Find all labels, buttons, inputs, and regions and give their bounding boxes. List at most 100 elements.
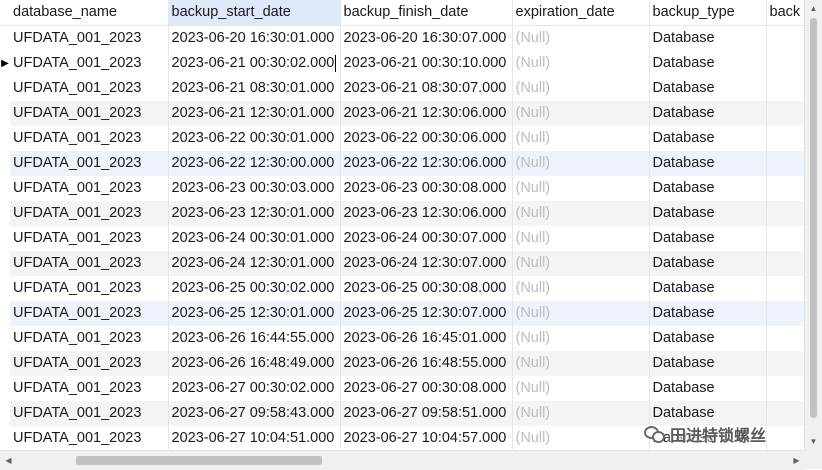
cell-backup-type[interactable]: Database: [649, 101, 767, 126]
cell-expiration-date[interactable]: (Null): [512, 376, 650, 401]
table-row[interactable]: UFDATA_001_2023 2023-06-26 16:48:49.000 20…: [0, 351, 822, 376]
row-indicator[interactable]: [0, 151, 10, 176]
cell-backup-finish-date[interactable]: 2023-06-21 00:30:10.000: [340, 51, 513, 76]
cell-database-name[interactable]: UFDATA_001_2023: [10, 376, 169, 401]
cell-expiration-date[interactable]: (Null): [512, 51, 650, 76]
cell-backup-start-date[interactable]: 2023-06-27 00:30:02.000: [168, 376, 341, 401]
table-row[interactable]: UFDATA_001_2023 2023-06-22 12:30:00.000 20…: [0, 151, 822, 176]
cell-backup-finish-date[interactable]: 2023-06-25 12:30:07.000: [340, 301, 513, 326]
cell-expiration-date[interactable]: (Null): [512, 226, 650, 251]
cell-backup-start-date[interactable]: 2023-06-22 00:30:01.000: [168, 126, 341, 151]
cell-backup-finish-date[interactable]: 2023-06-22 12:30:06.000: [340, 151, 513, 176]
cell-backup-start-date[interactable]: 2023-06-22 12:30:00.000: [168, 151, 341, 176]
cell-database-name[interactable]: UFDATA_001_2023: [10, 51, 169, 76]
cell-database-name[interactable]: UFDATA_001_2023: [10, 176, 169, 201]
cell-backup-type[interactable]: Database: [649, 176, 767, 201]
cell-expiration-date[interactable]: (Null): [512, 151, 650, 176]
row-indicator[interactable]: [0, 351, 10, 376]
cell-backup-start-date[interactable]: 2023-06-27 09:58:43.000: [168, 401, 341, 426]
cell-backup-type[interactable]: Database: [649, 326, 767, 351]
cell-backup-start-date[interactable]: 2023-06-24 00:30:01.000: [168, 226, 341, 251]
cell-expiration-date[interactable]: (Null): [512, 326, 650, 351]
table-row[interactable]: UFDATA_001_2023 2023-06-23 00:30:03.000 20…: [0, 176, 822, 201]
column-header-backup-finish-date[interactable]: backup_finish_date: [340, 0, 513, 26]
table-row[interactable]: UFDATA_001_2023 2023-06-22 00:30:01.000 20…: [0, 126, 822, 151]
cell-backup-type[interactable]: Database: [649, 51, 767, 76]
cell-backup-type[interactable]: Database: [649, 251, 767, 276]
cell-database-name[interactable]: UFDATA_001_2023: [10, 25, 169, 51]
table-row[interactable]: UFDATA_001_2023 2023-06-20 16:30:01.000 20…: [0, 25, 822, 51]
cell-backup-type[interactable]: Database: [649, 76, 767, 101]
row-indicator[interactable]: [0, 226, 10, 251]
cell-expiration-date[interactable]: (Null): [512, 276, 650, 301]
horizontal-scroll-thumb[interactable]: [76, 456, 322, 465]
cell-backup-finish-date[interactable]: 2023-06-27 00:30:08.000: [340, 376, 513, 401]
cell-expiration-date[interactable]: (Null): [512, 301, 650, 326]
cell-backup-finish-date[interactable]: 2023-06-24 00:30:07.000: [340, 226, 513, 251]
cell-backup-finish-date[interactable]: 2023-06-26 16:45:01.000: [340, 326, 513, 351]
table-row[interactable]: UFDATA_001_2023 2023-06-25 12:30:01.000 20…: [0, 301, 822, 326]
cell-backup-start-date[interactable]: 2023-06-23 12:30:01.000: [168, 201, 341, 226]
cell-expiration-date[interactable]: (Null): [512, 101, 650, 126]
row-indicator[interactable]: [0, 276, 10, 301]
row-indicator[interactable]: [0, 201, 10, 226]
cell-backup-start-date[interactable]: 2023-06-26 16:48:49.000: [168, 351, 341, 376]
cell-expiration-date[interactable]: (Null): [512, 426, 650, 450]
row-indicator[interactable]: [0, 76, 10, 101]
cell-backup-type[interactable]: Database: [649, 25, 767, 51]
cell-backup-type[interactable]: Database: [649, 276, 767, 301]
row-indicator[interactable]: [0, 426, 10, 450]
column-header-backup-start-date[interactable]: backup_start_date: [168, 0, 341, 26]
cell-backup-type[interactable]: Database: [649, 126, 767, 151]
cell-database-name[interactable]: UFDATA_001_2023: [10, 426, 169, 450]
table-row[interactable]: UFDATA_001_2023 2023-06-25 00:30:02.000 20…: [0, 276, 822, 301]
arrow-left-icon[interactable]: ◀: [0, 451, 17, 470]
vertical-scroll-thumb[interactable]: [810, 18, 817, 418]
cell-backup-finish-date[interactable]: 2023-06-20 16:30:07.000: [340, 25, 513, 51]
cell-backup-type[interactable]: Database: [649, 351, 767, 376]
cell-expiration-date[interactable]: (Null): [512, 76, 650, 101]
cell-expiration-date[interactable]: (Null): [512, 25, 650, 51]
cell-backup-finish-date[interactable]: 2023-06-25 00:30:08.000: [340, 276, 513, 301]
cell-database-name[interactable]: UFDATA_001_2023: [10, 226, 169, 251]
cell-database-name[interactable]: UFDATA_001_2023: [10, 401, 169, 426]
cell-database-name[interactable]: UFDATA_001_2023: [10, 101, 169, 126]
cell-backup-start-date[interactable]: 2023-06-21 08:30:01.000: [168, 76, 341, 101]
horizontal-scrollbar[interactable]: ◀ ▶: [0, 450, 805, 470]
table-row[interactable]: UFDATA_001_2023 2023-06-26 16:44:55.000 20…: [0, 326, 822, 351]
row-indicator[interactable]: [0, 376, 10, 401]
table-row[interactable]: UFDATA_001_2023 2023-06-24 00:30:01.000 20…: [0, 226, 822, 251]
cell-backup-finish-date[interactable]: 2023-06-21 12:30:06.000: [340, 101, 513, 126]
row-indicator[interactable]: ▶: [0, 51, 10, 76]
arrow-down-icon[interactable]: ▼: [805, 433, 822, 450]
column-header-database-name[interactable]: database_name: [10, 0, 169, 26]
cell-database-name[interactable]: UFDATA_001_2023: [10, 126, 169, 151]
cell-expiration-date[interactable]: (Null): [512, 126, 650, 151]
cell-backup-start-date[interactable]: 2023-06-21 12:30:01.000: [168, 101, 341, 126]
cell-backup-finish-date[interactable]: 2023-06-26 16:48:55.000: [340, 351, 513, 376]
cell-backup-finish-date[interactable]: 2023-06-24 12:30:07.000: [340, 251, 513, 276]
cell-database-name[interactable]: UFDATA_001_2023: [10, 76, 169, 101]
arrow-right-icon[interactable]: ▶: [788, 451, 805, 470]
vertical-scrollbar[interactable]: ▲ ▼: [804, 0, 822, 450]
cell-backup-finish-date[interactable]: 2023-06-21 08:30:07.000: [340, 76, 513, 101]
table-row[interactable]: ▶ UFDATA_001_2023 2023-06-21 00:30:02.000 2…: [0, 51, 822, 76]
cell-expiration-date[interactable]: (Null): [512, 176, 650, 201]
cell-expiration-date[interactable]: (Null): [512, 251, 650, 276]
cell-backup-start-date[interactable]: 2023-06-26 16:44:55.000: [168, 326, 341, 351]
cell-backup-finish-date[interactable]: 2023-06-23 12:30:06.000: [340, 201, 513, 226]
cell-backup-start-date[interactable]: 2023-06-25 12:30:01.000: [168, 301, 341, 326]
cell-backup-type[interactable]: Database: [649, 151, 767, 176]
cell-backup-start-date[interactable]: 2023-06-24 12:30:01.000: [168, 251, 341, 276]
table-row[interactable]: UFDATA_001_2023 2023-06-24 12:30:01.000 20…: [0, 251, 822, 276]
table-row[interactable]: UFDATA_001_2023 2023-06-27 00:30:02.000 20…: [0, 376, 822, 401]
row-indicator[interactable]: [0, 176, 10, 201]
cell-backup-type[interactable]: Database: [649, 301, 767, 326]
row-indicator[interactable]: [0, 101, 10, 126]
cell-backup-start-date[interactable]: 2023-06-27 10:04:51.000: [168, 426, 341, 450]
cell-backup-start-date[interactable]: 2023-06-20 16:30:01.000: [168, 25, 341, 51]
row-indicator[interactable]: [0, 401, 10, 426]
cell-database-name[interactable]: UFDATA_001_2023: [10, 301, 169, 326]
cell-backup-start-date[interactable]: 2023-06-25 00:30:02.000: [168, 276, 341, 301]
arrow-up-icon[interactable]: ▲: [805, 0, 822, 17]
